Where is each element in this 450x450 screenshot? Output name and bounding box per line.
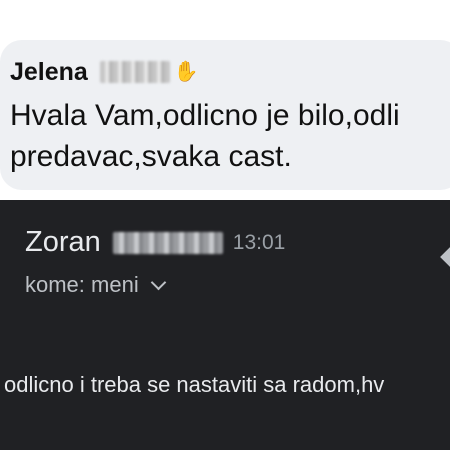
chevron-down-icon[interactable]	[150, 274, 166, 290]
redacted-surname	[112, 231, 223, 254]
email-timestamp: 13:01	[232, 230, 286, 254]
chat-message-line-1: Hvala Vam,odlicno je bilo,odli	[10, 99, 400, 132]
email-panel: Zoran 13:01 kome: meni odlicno i treba s…	[0, 200, 450, 450]
overflow-indicator-icon[interactable]	[440, 247, 450, 267]
email-header: Zoran 13:01	[25, 226, 285, 259]
chat-sender-row: Jelena ✋	[10, 55, 199, 89]
waving-hand-icon: ✋	[173, 61, 199, 83]
chat-message-line-2: predavac,svaka cast.	[10, 140, 292, 173]
chat-sender-name: Jelena	[10, 57, 88, 86]
email-sender-name[interactable]: Zoran	[25, 226, 101, 259]
email-body-text: odlicno i treba se nastaviti sa radom,hv	[4, 372, 385, 397]
redacted-surname	[99, 61, 170, 83]
recipient-label: kome: meni	[25, 272, 139, 297]
recipient-details-toggle[interactable]: kome: meni	[25, 272, 166, 298]
screenshot-canvas: Jelena ✋ Hvala Vam,odlicno je bilo,odli …	[0, 0, 450, 450]
